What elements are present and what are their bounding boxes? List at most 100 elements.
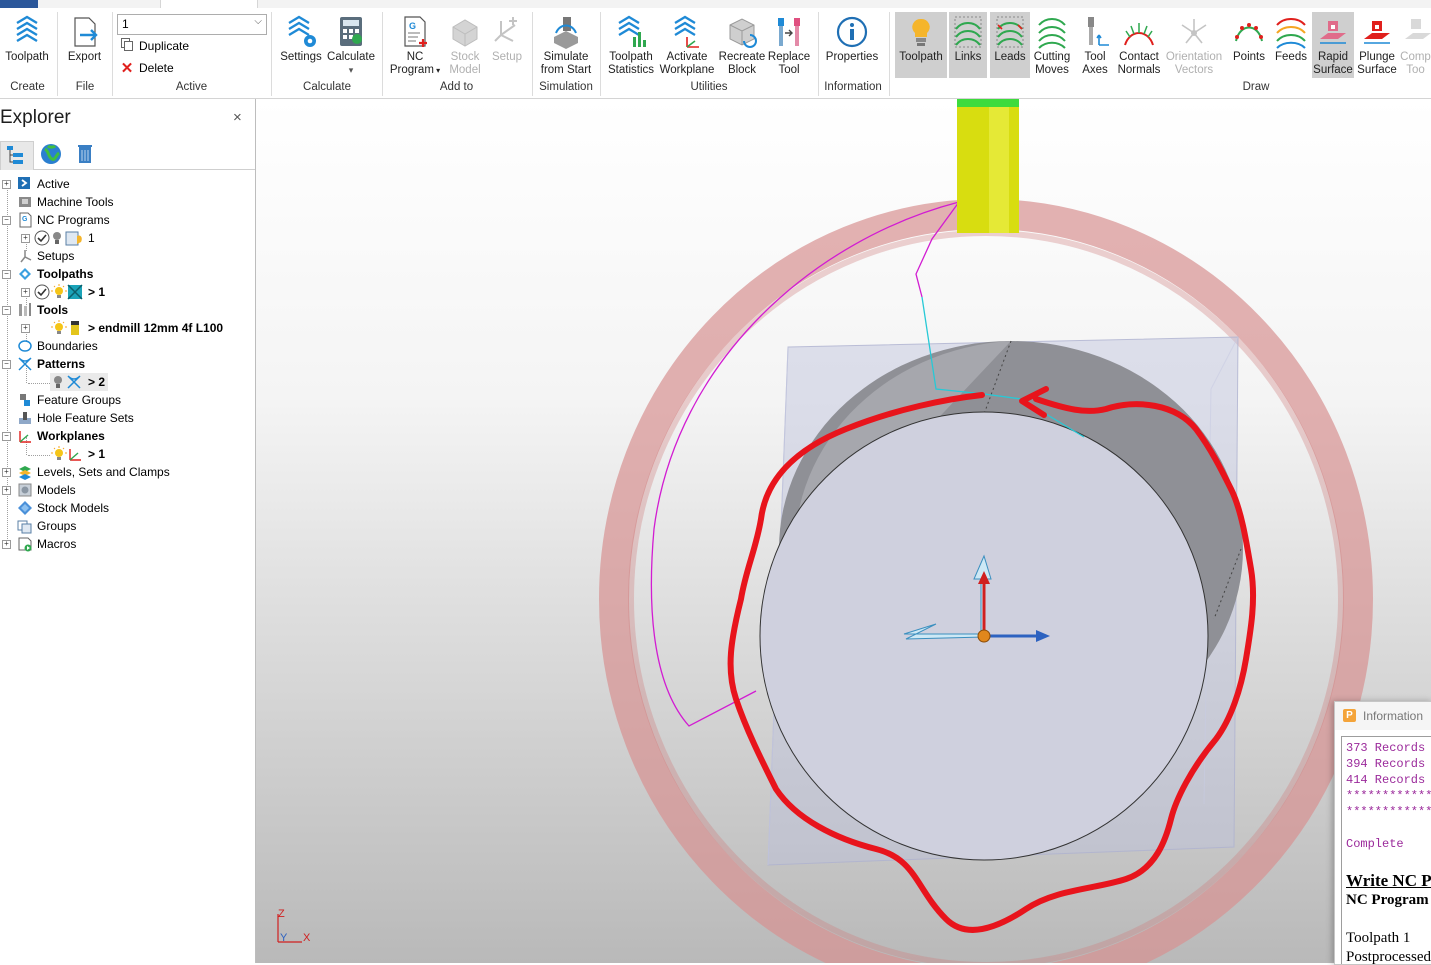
toolpath-statistics-button[interactable]: Toolpath Statistics <box>605 12 657 77</box>
endmill-tool-icon <box>67 320 83 336</box>
trash-icon <box>78 145 92 163</box>
replace-tool-button[interactable]: Replace Tool <box>767 12 811 77</box>
settings-button[interactable]: Settings <box>277 12 325 64</box>
calculate-button[interactable]: Calculate ▾ <box>326 12 376 77</box>
draw-group-label: Draw <box>1242 81 1270 93</box>
simulate-icon <box>554 17 578 49</box>
expand-icon[interactable]: + <box>21 324 30 333</box>
tab-globe[interactable] <box>36 141 68 169</box>
simulate-from-start-button[interactable]: Simulate from Start <box>537 12 595 77</box>
draw-leads-toggle[interactable]: Leads <box>990 12 1030 78</box>
tree-item-nc-program-1[interactable]: + 1 <box>0 229 255 247</box>
draw-comp-tool-toggle[interactable]: Comp Too <box>1400 12 1431 77</box>
separator <box>271 12 272 96</box>
draw-links-toggle[interactable]: Links <box>949 12 987 78</box>
tree-item-toolpath-1[interactable]: + > 1 <box>0 283 255 301</box>
setup-icon <box>17 248 33 264</box>
tree-item-nc-programs[interactable]: − G NC Programs <box>0 211 255 229</box>
tree-item-tools[interactable]: − Tools <box>0 301 255 319</box>
file-tab[interactable] <box>0 0 38 8</box>
collapse-icon[interactable]: − <box>2 216 11 225</box>
chevron-down-icon: ⌵ <box>254 16 262 27</box>
information-title-bar[interactable]: P Information <box>1335 702 1431 730</box>
draw-tool-axes-toggle[interactable]: Tool Axes <box>1075 12 1115 77</box>
tree-item-pattern-2[interactable]: > 2 <box>50 373 108 391</box>
tab-tree[interactable] <box>0 141 34 170</box>
add-to-stock-model-button[interactable]: Stock Model <box>443 12 487 77</box>
tree-item-workplanes[interactable]: − Workplanes <box>0 427 255 445</box>
add-to-nc-program-button[interactable]: G NC Program ▾ <box>387 12 443 77</box>
draw-plunge-surface-toggle[interactable]: Plunge Surface <box>1355 12 1399 77</box>
collapse-icon[interactable]: − <box>2 306 11 315</box>
draw-orientation-vectors-toggle[interactable]: Orientation Vectors <box>1163 12 1225 77</box>
activate-workplane-button[interactable]: Activate Workplane <box>658 12 716 77</box>
information-window[interactable]: P Information 373 Records 394 Records 41… <box>1334 701 1431 965</box>
draw-contact-normals-toggle[interactable]: Contact Normals <box>1116 12 1162 77</box>
active-toolpath-select[interactable]: 1 ⌵ <box>117 14 267 35</box>
corner-axis-triad: Z Y X <box>277 908 311 944</box>
points-icon <box>1235 23 1263 42</box>
macro-icon <box>17 536 33 552</box>
axis-x-label: X <box>303 932 311 944</box>
tree-item-machine-tools[interactable]: Machine Tools <box>0 193 255 211</box>
draw-toolpath-toggle[interactable]: Toolpath <box>895 12 947 78</box>
duplicate-button[interactable]: Duplicate <box>119 37 189 55</box>
expand-icon[interactable]: + <box>2 180 11 189</box>
draw-rapid-surface-toggle[interactable]: Rapid Surface <box>1312 12 1354 78</box>
tool-axes-icon <box>1088 17 1109 46</box>
log-line: ************ <box>1346 789 1431 803</box>
axis-y-label: Y <box>280 932 288 944</box>
model-icon <box>17 482 33 498</box>
log-complete: Complete <box>1346 837 1404 851</box>
expand-icon[interactable]: + <box>2 540 11 549</box>
tree-item-tool-endmill[interactable]: + > endmill 12mm 4f L100 <box>0 319 255 337</box>
properties-button[interactable]: Properties <box>823 12 881 64</box>
tree-item-models[interactable]: + Models <box>0 481 255 499</box>
tree-item-active[interactable]: + Active <box>0 175 255 193</box>
collapse-icon[interactable]: − <box>2 360 11 369</box>
tree-item-toolpaths[interactable]: − Toolpaths <box>0 265 255 283</box>
log-toolpath-line: Toolpath 1 <box>1346 930 1411 946</box>
workplane-item-icon <box>67 446 83 462</box>
collapse-icon[interactable]: − <box>2 270 11 279</box>
add-to-setup-button[interactable]: Setup <box>488 12 526 64</box>
delete-button[interactable]: ✕ Delete <box>119 59 174 77</box>
cutting-tool <box>957 99 1019 233</box>
export-button[interactable]: Export <box>62 12 107 64</box>
tree-item-groups[interactable]: Groups <box>0 517 255 535</box>
tree-item-macros[interactable]: + Macros <box>0 535 255 553</box>
tree-item-hole-feature-sets[interactable]: Hole Feature Sets <box>0 409 255 427</box>
draw-points-toggle[interactable]: Points <box>1227 12 1271 64</box>
draw-feeds-toggle[interactable]: Feeds <box>1273 12 1309 64</box>
graphics-viewport[interactable]: Z Y X <box>256 99 1431 963</box>
create-toolpath-button[interactable]: Toolpath <box>2 12 52 64</box>
close-icon[interactable]: × <box>233 109 242 126</box>
tab-recycle-bin[interactable] <box>70 141 102 169</box>
ribbon: Toolpath Create Export File 1 ⌵ Duplicat… <box>0 8 1431 99</box>
log-heading: Write NC Pr <box>1346 871 1431 890</box>
machine-tool-icon <box>17 194 33 210</box>
recreate-block-button[interactable]: Recreate Block <box>718 12 766 77</box>
replace-tool-icon <box>778 18 800 46</box>
tree-item-workplane-1[interactable]: > 1 <box>0 445 255 463</box>
tree-item-setups[interactable]: Setups <box>0 247 255 265</box>
add-to-group-label: Add to <box>439 81 474 93</box>
levels-icon <box>17 464 33 480</box>
tree-item-patterns[interactable]: − Patterns <box>0 355 255 373</box>
tree-item-boundaries[interactable]: Boundaries <box>0 337 255 355</box>
tree-item-feature-groups[interactable]: Feature Groups <box>0 391 255 409</box>
tree-item-levels-sets-clamps[interactable]: + Levels, Sets and Clamps <box>0 463 255 481</box>
expand-icon[interactable]: + <box>21 234 30 243</box>
lightbulb-on-icon <box>51 320 67 336</box>
svg-text:G: G <box>409 21 416 31</box>
draw-cutting-moves-toggle[interactable]: Cutting Moves <box>1031 12 1073 77</box>
orientation-vectors-icon <box>1181 19 1207 44</box>
expand-icon[interactable]: + <box>21 288 30 297</box>
axis-z-label: Z <box>278 908 285 920</box>
collapse-icon[interactable]: − <box>2 432 11 441</box>
expand-icon[interactable]: + <box>2 486 11 495</box>
separator <box>600 12 601 96</box>
log-line: ************ <box>1346 805 1431 819</box>
expand-icon[interactable]: + <box>2 468 11 477</box>
tree-item-stock-models[interactable]: Stock Models <box>0 499 255 517</box>
